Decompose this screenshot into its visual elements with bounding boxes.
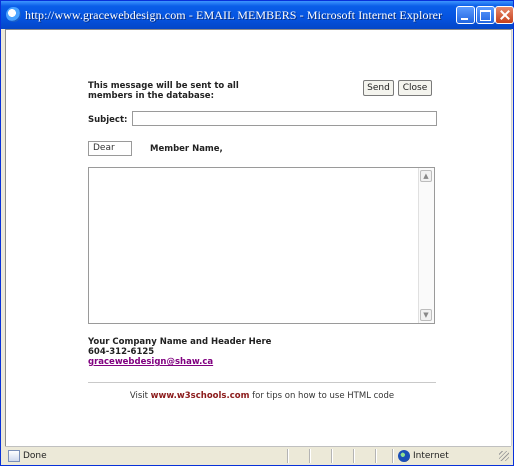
status-bar: Done Internet (5, 446, 511, 465)
window-title: http://www.gracewebdesign.com - EMAIL ME… (25, 8, 443, 22)
status-cell (392, 449, 394, 463)
status-text: Done (23, 451, 47, 461)
message-textarea[interactable]: ▲ ▼ (88, 167, 435, 324)
divider (88, 382, 436, 383)
page-icon (8, 450, 20, 462)
status-cell (287, 449, 289, 463)
intro-text: This message will be sent to all members… (88, 81, 288, 101)
intro-line-2: members in the database: (88, 91, 214, 101)
w3schools-link[interactable]: www.w3schools.com (151, 391, 250, 401)
visit-text: Visit www.w3schools.com for tips on how … (88, 391, 436, 401)
maximize-icon[interactable] (476, 6, 495, 24)
title-bar[interactable]: http://www.gracewebdesign.com - EMAIL ME… (1, 1, 514, 29)
visit-prefix: Visit (129, 391, 151, 401)
resize-grip-icon[interactable] (499, 451, 509, 461)
status-cell (353, 449, 355, 463)
status-cell (375, 449, 377, 463)
browser-window: http://www.gracewebdesign.com - EMAIL ME… (0, 0, 514, 466)
zone-text: Internet (413, 451, 449, 461)
close-icon[interactable] (495, 6, 514, 24)
send-button[interactable]: Send (363, 80, 394, 96)
internet-zone-icon (398, 450, 410, 462)
textarea-scrollbar[interactable]: ▲ ▼ (418, 168, 434, 323)
visit-suffix: for tips on how to use HTML code (249, 391, 395, 401)
intro-line-1: This message will be sent to all (88, 81, 239, 91)
scroll-up-icon[interactable]: ▲ (420, 170, 432, 182)
scroll-down-icon[interactable]: ▼ (420, 309, 432, 321)
member-name-label: Member Name, (150, 144, 223, 154)
ie-icon[interactable] (6, 7, 21, 22)
status-cell (331, 449, 333, 463)
status-cell (309, 449, 311, 463)
minimize-icon[interactable] (456, 6, 475, 24)
close-button[interactable]: Close (398, 80, 432, 96)
subject-input[interactable] (132, 111, 437, 126)
subject-label: Subject: (88, 115, 128, 125)
company-phone: 604-312-6125 (88, 347, 155, 357)
company-email-link[interactable]: gracewebdesign@shaw.ca (88, 357, 213, 367)
greeting-input[interactable]: Dear (88, 141, 132, 156)
company-name: Your Company Name and Header Here (88, 337, 272, 347)
